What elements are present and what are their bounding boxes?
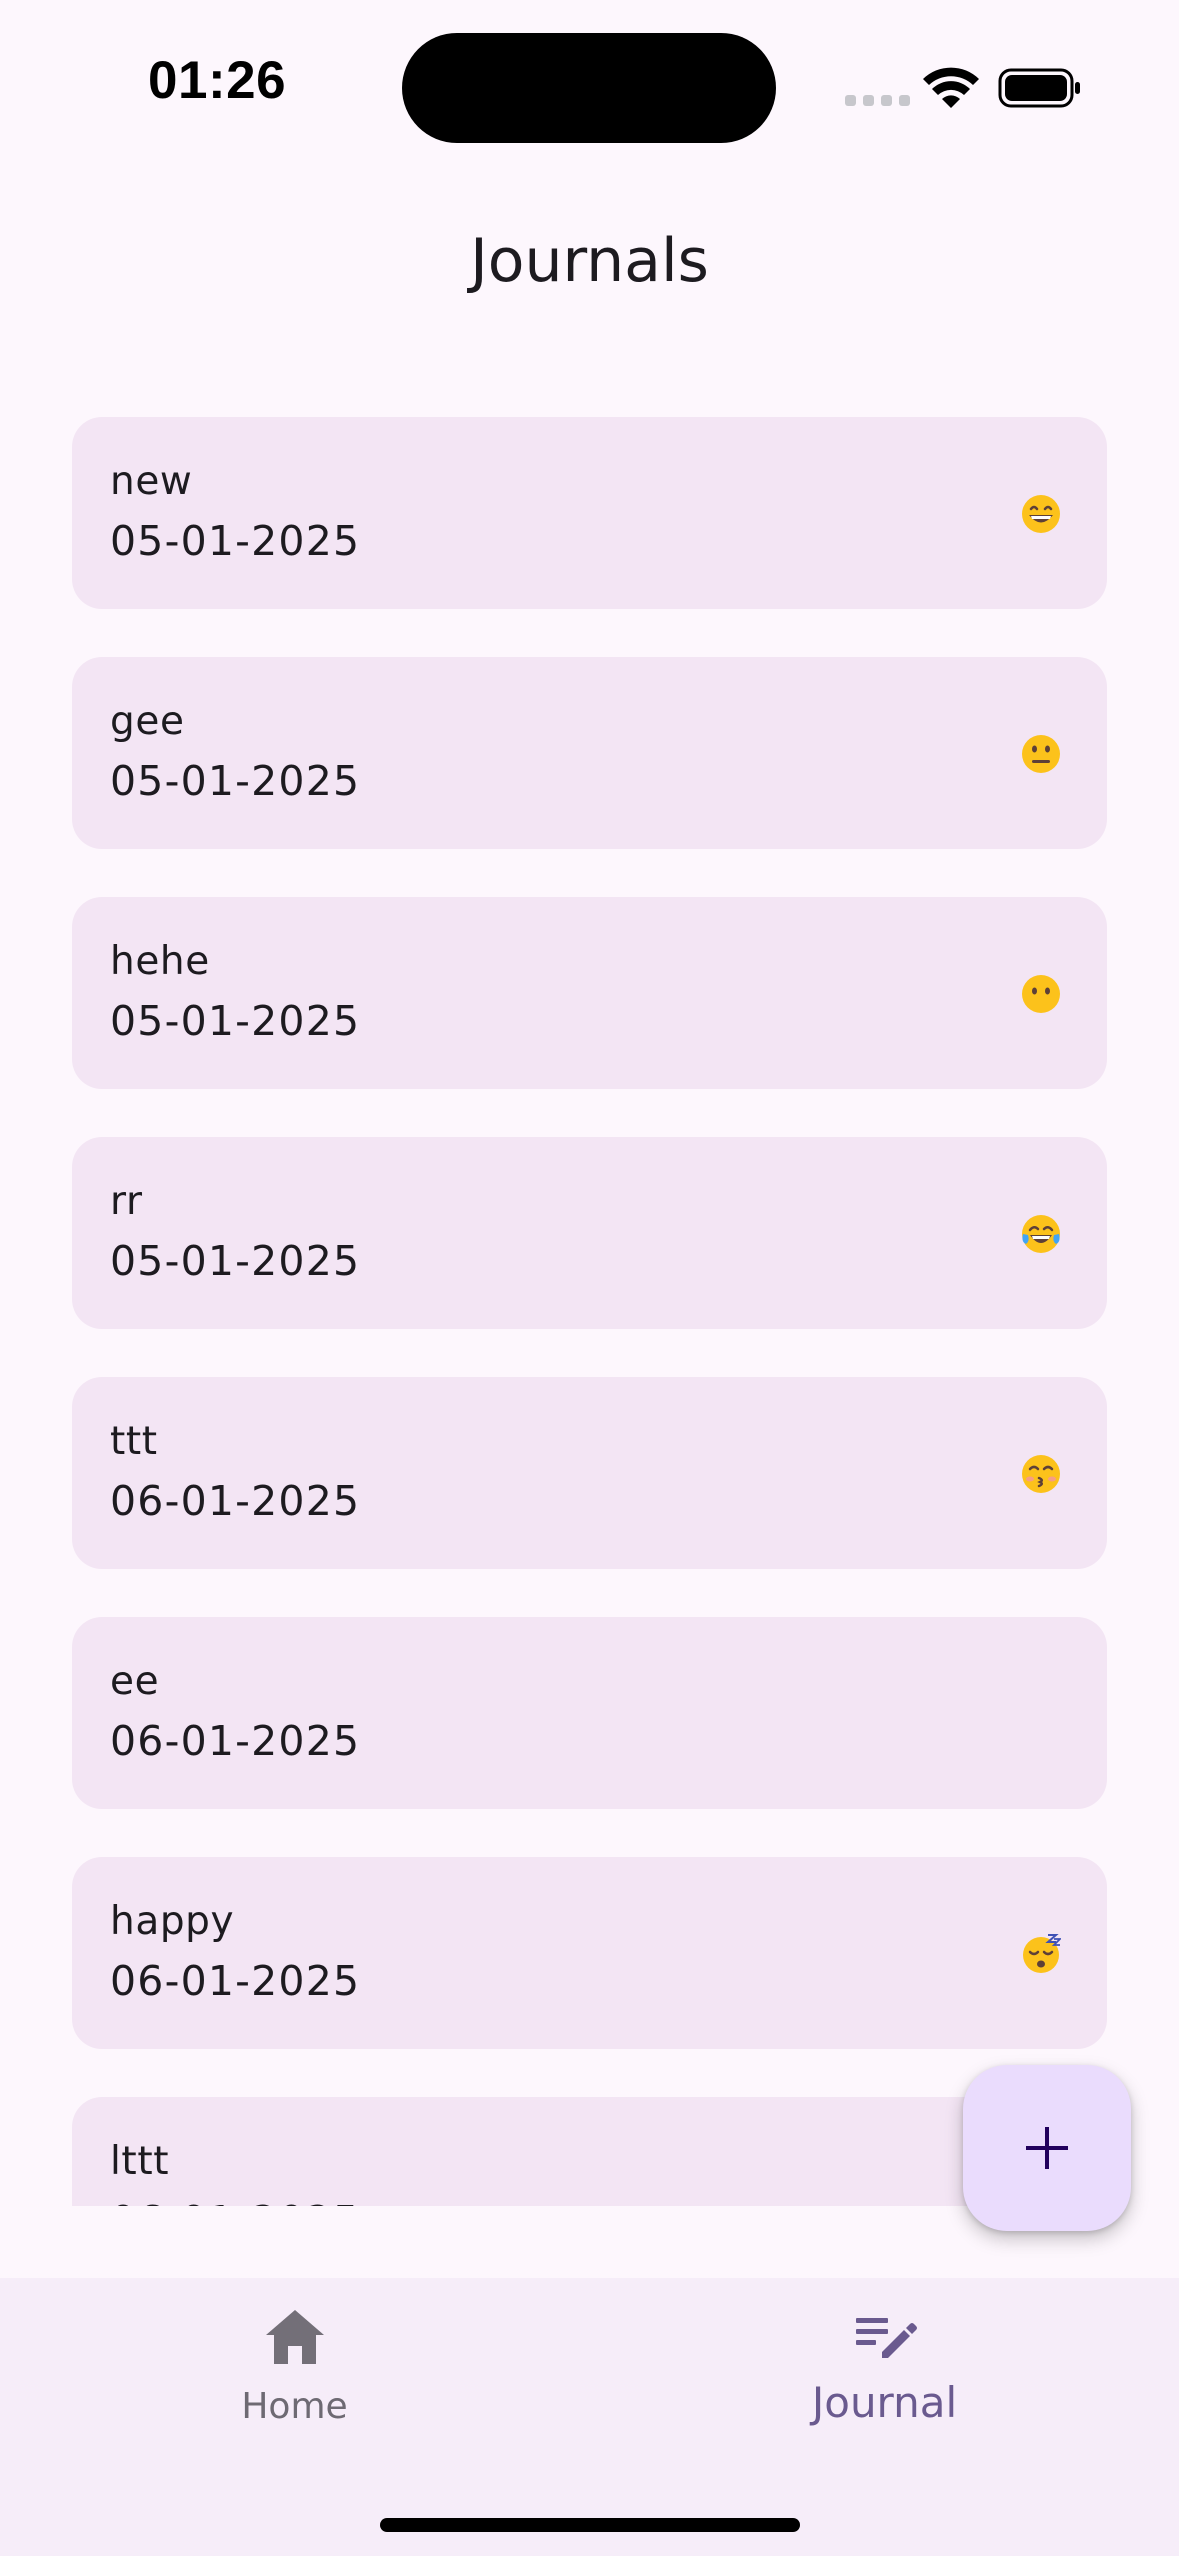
status-time: 01:26 — [148, 51, 287, 110]
nav-item-home[interactable]: Home — [0, 2278, 589, 2478]
dynamic-island — [402, 33, 776, 143]
journal-date: 06-01-2025 — [110, 1717, 361, 1765]
journal-card[interactable]: rr 05-01-2025 — [72, 1137, 1107, 1329]
nav-label-home: Home — [241, 2386, 348, 2427]
journal-title: rr — [110, 1179, 143, 1224]
journal-card[interactable]: ttt 06-01-2025 — [72, 1377, 1107, 1569]
journal-title: ee — [110, 1659, 160, 1704]
journal-title: gee — [110, 699, 185, 744]
home-indicator[interactable] — [380, 2518, 800, 2532]
journal-title: lttt — [110, 2139, 170, 2184]
journal-title: ttt — [110, 1419, 158, 1464]
journal-date: 05-01-2025 — [110, 517, 361, 565]
kissing-face-icon — [1022, 1455, 1060, 1493]
journal-card[interactable]: ee 06-01-2025 — [72, 1617, 1107, 1809]
tears-of-joy-face-icon — [1022, 1215, 1060, 1253]
journal-card[interactable]: lttt 06-01-2025 — [72, 2097, 1107, 2206]
journal-title: happy — [110, 1899, 235, 1944]
journal-title: new — [110, 459, 193, 504]
journal-date: 05-01-2025 — [110, 757, 361, 805]
plus-icon — [1026, 2127, 1068, 2169]
home-icon — [266, 2310, 324, 2364]
journal-date: 06-01-2025 — [110, 2197, 360, 2206]
bottom-navigation-bar: Home Journal — [0, 2278, 1179, 2556]
journal-date: 06-01-2025 — [110, 1957, 361, 2005]
nav-item-journal[interactable]: Journal — [590, 2278, 1179, 2478]
journal-title: hehe — [110, 939, 210, 984]
journal-card[interactable]: new 05-01-2025 — [72, 417, 1107, 609]
journal-date: 06-01-2025 — [110, 1477, 361, 1525]
cellular-signal-icon — [845, 95, 910, 106]
grinning-face-icon — [1022, 495, 1060, 533]
journal-date: 05-01-2025 — [110, 1237, 361, 1285]
battery-icon — [998, 68, 1080, 108]
journal-card[interactable]: gee 05-01-2025 — [72, 657, 1107, 849]
wifi-icon — [923, 67, 979, 108]
journal-date: 05-01-2025 — [110, 997, 361, 1045]
journal-list[interactable]: new 05-01-2025 gee 05-01-2025 hehe 05-01… — [0, 360, 1179, 2206]
journal-card[interactable]: happy 06-01-2025 — [72, 1857, 1107, 2049]
nav-label-journal: Journal — [811, 2378, 958, 2427]
journal-card[interactable]: hehe 05-01-2025 — [72, 897, 1107, 1089]
edit-note-icon — [856, 2318, 917, 2358]
page-title: Journals — [470, 226, 709, 296]
face-without-mouth-icon — [1022, 975, 1060, 1013]
sleeping-face-icon — [1023, 1934, 1061, 1973]
add-journal-button[interactable] — [963, 2065, 1131, 2231]
neutral-face-icon — [1022, 735, 1060, 773]
